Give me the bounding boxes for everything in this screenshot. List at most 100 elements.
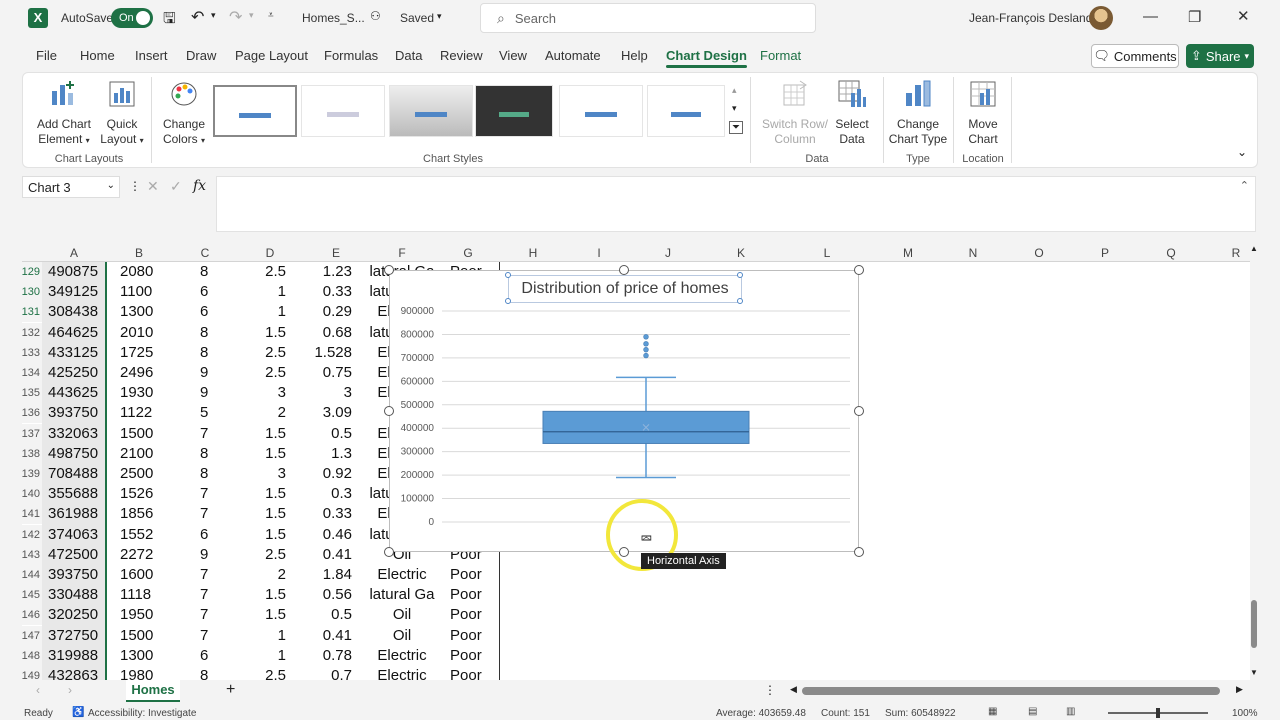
column-header-p[interactable]: P [1099,246,1111,260]
resize-handle-tr[interactable] [854,265,864,275]
cell-d[interactable]: 1.5 [246,424,286,444]
tab-review[interactable]: Review [440,48,483,63]
row-header[interactable]: 145 [22,585,42,606]
cell-e[interactable]: 0.92 [312,464,352,484]
row-header[interactable]: 136 [22,403,42,424]
cell-a[interactable]: 472500 [48,545,106,565]
close-icon[interactable]: ✕ [1237,7,1250,25]
more-options-icon[interactable]: ⋮ [129,179,141,193]
column-header-l[interactable]: L [821,246,833,260]
row-header[interactable]: 144 [22,565,42,585]
tab-formulas[interactable]: Formulas [324,48,378,63]
next-sheet-icon[interactable]: › [68,683,72,697]
cell-a[interactable]: 374063 [48,525,106,545]
cell-c[interactable]: 8 [200,262,216,282]
cell-a[interactable]: 355688 [48,484,106,504]
gallery-more-icon[interactable]: ⏷ [729,121,743,134]
cell-f[interactable]: Electric [368,565,436,585]
tab-help[interactable]: Help [621,48,648,63]
cell-a[interactable]: 372750 [48,626,106,646]
cell-a[interactable]: 332063 [48,424,106,444]
file-name[interactable]: Homes_S... [302,11,365,25]
undo-dropdown-icon[interactable]: ▾ [211,10,216,21]
cell-c[interactable]: 5 [200,403,216,423]
horizontal-scrollbar[interactable]: ◀ ▶ [790,684,1246,696]
page-break-view-icon[interactable]: ▥ [1066,706,1075,717]
sum-status[interactable]: Sum: 60548922 [885,708,956,719]
search-box[interactable]: ⌕ Search [480,3,816,33]
cell-d[interactable]: 2.5 [246,343,286,363]
cell-c[interactable]: 7 [200,605,216,625]
saved-status[interactable]: Saved [400,11,434,25]
cell-c[interactable]: 7 [200,585,216,605]
cell-d[interactable]: 1 [246,626,286,646]
enter-icon[interactable]: ✓ [170,178,182,195]
cell-g[interactable]: Poor [450,565,490,585]
chart-style-2[interactable] [301,85,385,137]
cell-c[interactable]: 9 [200,545,216,565]
cell-c[interactable]: 7 [200,565,216,585]
column-header-e[interactable]: E [330,246,342,260]
gallery-down-icon[interactable]: ▾ [732,103,737,114]
row-header[interactable]: 138 [22,443,42,464]
tab-insert[interactable]: Insert [135,48,168,63]
tab-view[interactable]: View [499,48,527,63]
cell-a[interactable]: 433125 [48,343,106,363]
cell-f[interactable]: Oil [368,626,436,646]
row-header[interactable]: 148 [22,645,42,666]
column-header-h[interactable]: H [527,246,539,260]
sheet-tab-homes[interactable]: Homes [126,680,180,702]
cell-e[interactable]: 1.84 [312,565,352,585]
chart-style-5[interactable] [559,85,643,137]
scroll-right-icon[interactable]: ▶ [1236,684,1243,695]
cell-b[interactable]: 1526 [120,484,180,504]
cell-d[interactable]: 1.5 [246,525,286,545]
tab-format[interactable]: Format [760,48,801,63]
row-header[interactable]: 140 [22,484,42,505]
row-header[interactable]: 139 [22,464,42,484]
count-status[interactable]: Count: 151 [821,708,870,719]
row-header[interactable]: 141 [22,504,42,525]
cell-d[interactable]: 1.5 [246,504,286,524]
cell-c[interactable]: 9 [200,363,216,383]
comments-button[interactable]: 🗨 Comments [1091,44,1179,68]
resize-handle-ml[interactable] [384,406,394,416]
cell-c[interactable]: 7 [200,504,216,524]
cell-b[interactable]: 1980 [120,666,180,680]
column-header-a[interactable]: A [68,246,80,260]
resize-handle-tl[interactable] [384,265,394,275]
switch-row-column-button[interactable]: Switch Row/ Column [761,79,829,147]
cell-b[interactable]: 1500 [120,626,180,646]
resize-handle-bl[interactable] [384,547,394,557]
column-header-n[interactable]: N [967,246,979,260]
row-header[interactable]: 137 [22,423,42,444]
cell-a[interactable]: 319988 [48,646,106,666]
resize-handle-tc[interactable] [619,265,629,275]
cell-e[interactable]: 0.41 [312,545,352,565]
cell-a[interactable]: 498750 [48,444,106,464]
row-header[interactable]: 132 [22,322,42,343]
cell-d[interactable]: 2.5 [246,262,286,282]
cell-d[interactable]: 1 [246,302,286,322]
chart-style-1[interactable] [213,85,297,137]
cell-b[interactable]: 1300 [120,646,180,666]
row-header[interactable]: 147 [22,625,42,646]
cell-a[interactable]: 361988 [48,504,106,524]
column-header-r[interactable]: R [1230,246,1242,260]
cell-b[interactable]: 1118 [120,585,180,605]
cell-d[interactable]: 1 [246,646,286,666]
row-header[interactable]: 146 [22,605,42,626]
cell-a[interactable]: 320250 [48,605,106,625]
cell-d[interactable]: 1.5 [246,585,286,605]
cell-c[interactable]: 7 [200,484,216,504]
redo-icon[interactable]: ↷ [229,7,242,27]
normal-view-icon[interactable]: ▦ [988,706,997,717]
column-header-f[interactable]: F [396,246,408,260]
tab-home[interactable]: Home [80,48,115,63]
chart-style-3[interactable] [389,85,473,137]
undo-icon[interactable]: ↶ [191,7,204,27]
user-avatar[interactable] [1089,6,1113,30]
cell-c[interactable]: 8 [200,444,216,464]
cell-a[interactable]: 490875 [48,262,106,282]
cell-a[interactable]: 393750 [48,565,106,585]
